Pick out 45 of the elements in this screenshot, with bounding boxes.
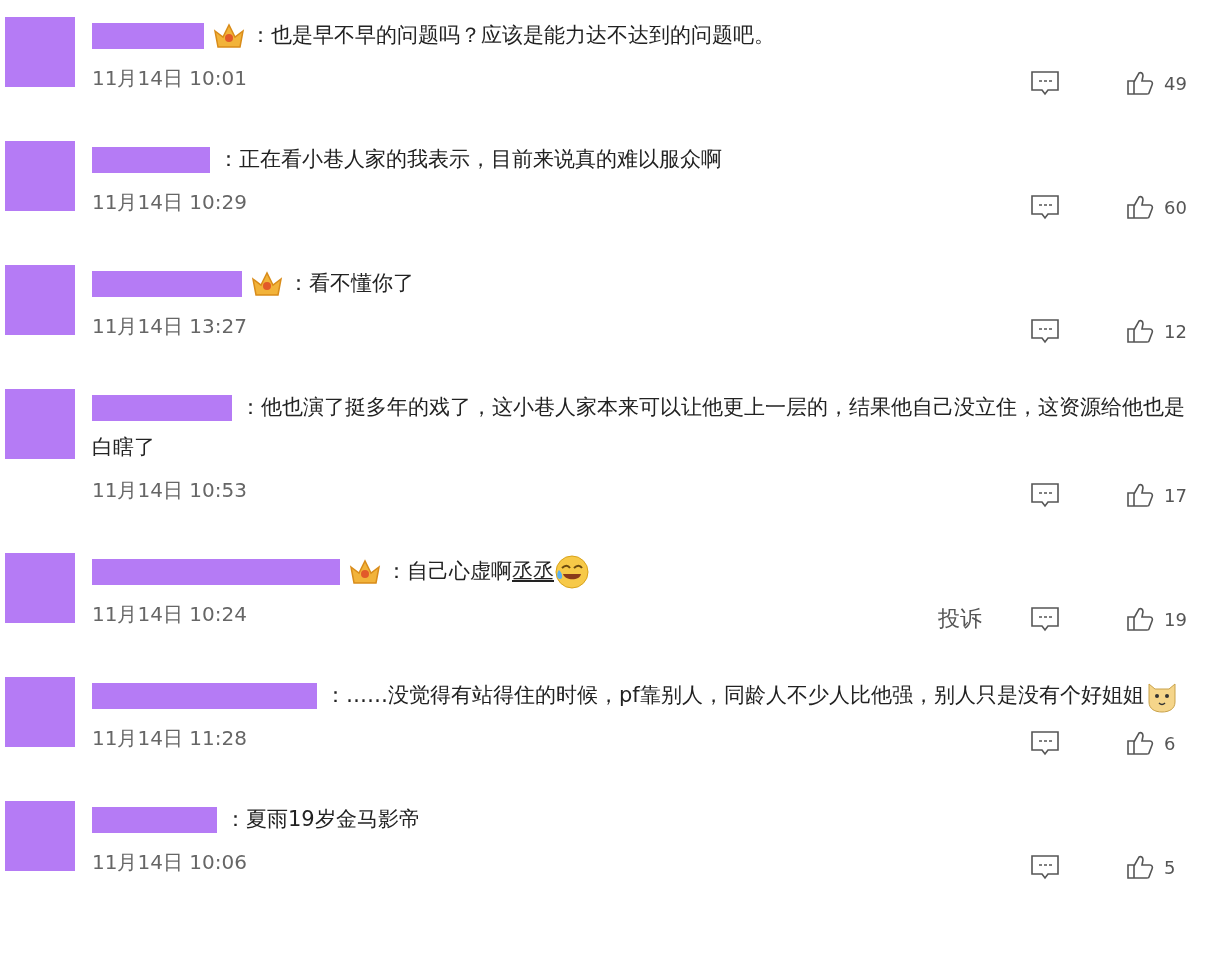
avatar-redaction	[5, 141, 75, 211]
comment-icon[interactable]	[1030, 194, 1060, 220]
timestamp: 11月14日 10:01	[92, 64, 248, 92]
comment-text: ：自己心虚啊丞丞	[92, 551, 1188, 591]
thumbs-up-icon[interactable]	[1126, 606, 1154, 632]
thumbs-up-icon[interactable]	[1126, 482, 1154, 508]
avatar-redaction	[5, 801, 75, 871]
thumbs-up-icon[interactable]	[1126, 194, 1154, 220]
report-link[interactable]: 投诉	[938, 604, 982, 634]
like-count: 19	[1164, 608, 1187, 630]
laughing-emoji-icon	[554, 554, 590, 590]
avatar-redaction	[5, 389, 75, 459]
comment-icon[interactable]	[1030, 854, 1060, 880]
comment-text: ：夏雨19岁金马影帝	[92, 799, 1188, 839]
like-count: 60	[1164, 196, 1187, 218]
comment-icon[interactable]	[1030, 482, 1060, 508]
like-count: 17	[1164, 484, 1187, 506]
avatar-redaction	[5, 553, 75, 623]
comment-icon[interactable]	[1030, 70, 1060, 96]
comment-icon[interactable]	[1030, 730, 1060, 756]
thumbs-up-icon[interactable]	[1126, 854, 1154, 880]
avatar-redaction	[5, 17, 75, 87]
timestamp: 11月14日 11:28	[92, 724, 248, 752]
comment-text: ：看不懂你了	[92, 263, 1188, 303]
comment-text: ：也是早不早的问题吗？应该是能力达不达到的问题吧。	[92, 15, 1188, 55]
like-count: 6	[1164, 732, 1176, 754]
topic-link[interactable]: 丞丞	[512, 559, 554, 583]
comment-icon[interactable]	[1030, 318, 1060, 344]
like-count: 49	[1164, 72, 1187, 94]
avatar-redaction	[5, 265, 75, 335]
avatar-redaction	[5, 677, 75, 747]
like-count: 5	[1164, 856, 1176, 878]
timestamp: 11月14日 10:24	[92, 600, 248, 628]
comment-icon[interactable]	[1030, 606, 1060, 632]
thumbs-up-icon[interactable]	[1126, 70, 1154, 96]
timestamp: 11月14日 13:27	[92, 312, 248, 340]
thumbs-up-icon[interactable]	[1126, 318, 1154, 344]
timestamp: 11月14日 10:29	[92, 188, 248, 216]
like-count: 12	[1164, 320, 1187, 342]
comment-text: ：……没觉得有站得住的时候，pf靠别人，同龄人不少人比他强，别人只是没有个好姐姐	[92, 675, 1188, 715]
comment-text: ：他也演了挺多年的戏了，这小巷人家本来可以让他更上一层的，结果他自己没立住，这资源给他也是白瞎了	[92, 394, 1186, 461]
thumbs-up-icon[interactable]	[1126, 730, 1154, 756]
timestamp: 11月14日 10:06	[92, 848, 248, 876]
timestamp: 11月14日 10:53	[92, 476, 248, 504]
comment-text: ：正在看小巷人家的我表示，目前来说真的难以服众啊	[92, 139, 1188, 179]
